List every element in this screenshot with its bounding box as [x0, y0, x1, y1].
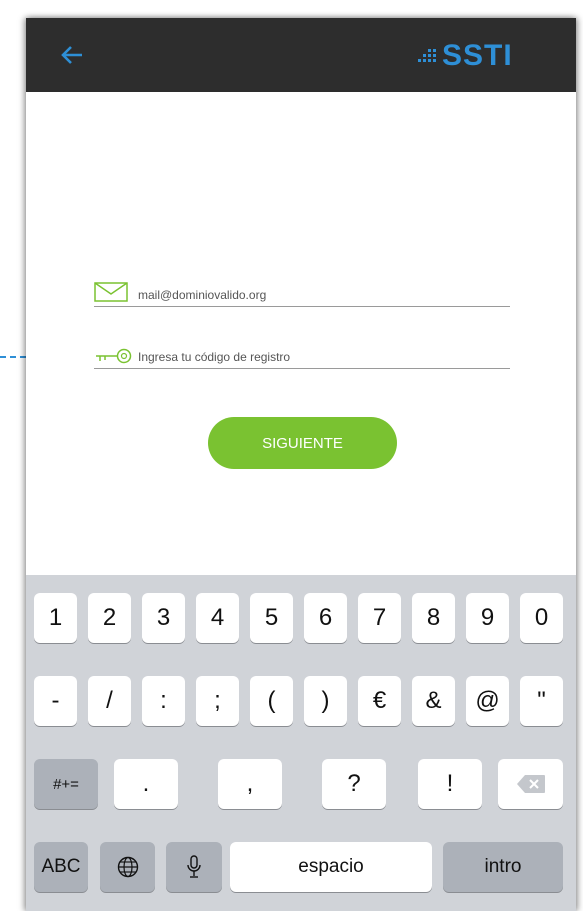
email-input[interactable]	[138, 288, 498, 302]
key-7[interactable]: 7	[358, 593, 401, 643]
key-9[interactable]: 9	[466, 593, 509, 643]
key-slash[interactable]: /	[88, 676, 131, 726]
key-6[interactable]: 6	[304, 593, 347, 643]
next-button[interactable]: SIGUIENTE	[208, 417, 397, 469]
key-space[interactable]: espacio	[230, 842, 432, 892]
back-arrow-icon[interactable]	[60, 44, 84, 66]
logo: SSTI	[418, 36, 513, 76]
key-globe[interactable]	[100, 842, 155, 892]
key-open-paren[interactable]: (	[250, 676, 293, 726]
key-return[interactable]: intro	[443, 842, 563, 892]
app-header: SSTI	[26, 18, 576, 92]
key-ampersand[interactable]: &	[412, 676, 455, 726]
key-euro[interactable]: €	[358, 676, 401, 726]
key-exclamation[interactable]: !	[418, 759, 482, 809]
key-5[interactable]: 5	[250, 593, 293, 643]
key-1[interactable]: 1	[34, 593, 77, 643]
envelope-icon	[94, 282, 128, 302]
key-hyphen[interactable]: -	[34, 676, 77, 726]
key-microphone[interactable]	[166, 842, 222, 892]
key-semicolon[interactable]: ;	[196, 676, 239, 726]
key-period[interactable]: .	[114, 759, 178, 809]
keyboard: 1 2 3 4 5 6 7 8 9 0 - / : ; ( ) € & @ " …	[26, 575, 576, 911]
key-question[interactable]: ?	[322, 759, 386, 809]
key-0[interactable]: 0	[520, 593, 563, 643]
email-field	[94, 276, 510, 307]
registration-code-field	[94, 338, 510, 369]
logo-text: SSTI	[442, 39, 513, 72]
logo-dots-icon	[418, 49, 436, 62]
key-close-paren[interactable]: )	[304, 676, 347, 726]
backspace-icon	[516, 775, 545, 793]
key-4[interactable]: 4	[196, 593, 239, 643]
key-abc[interactable]: ABC	[34, 842, 88, 892]
key-2[interactable]: 2	[88, 593, 131, 643]
phone-screen: SSTI SIGUIENTE 1 2 3 4 5 6 7 8 9 0 -	[26, 18, 576, 911]
key-colon[interactable]: :	[142, 676, 185, 726]
key-8[interactable]: 8	[412, 593, 455, 643]
registration-code-input[interactable]	[138, 350, 498, 364]
key-symbols-toggle[interactable]: #+=	[34, 759, 98, 809]
key-delete[interactable]	[498, 759, 563, 809]
key-icon	[96, 348, 132, 364]
globe-icon	[117, 856, 138, 878]
key-quote[interactable]: "	[520, 676, 563, 726]
microphone-icon	[187, 855, 201, 878]
key-comma[interactable]: ,	[218, 759, 282, 809]
key-3[interactable]: 3	[142, 593, 185, 643]
key-at[interactable]: @	[466, 676, 509, 726]
